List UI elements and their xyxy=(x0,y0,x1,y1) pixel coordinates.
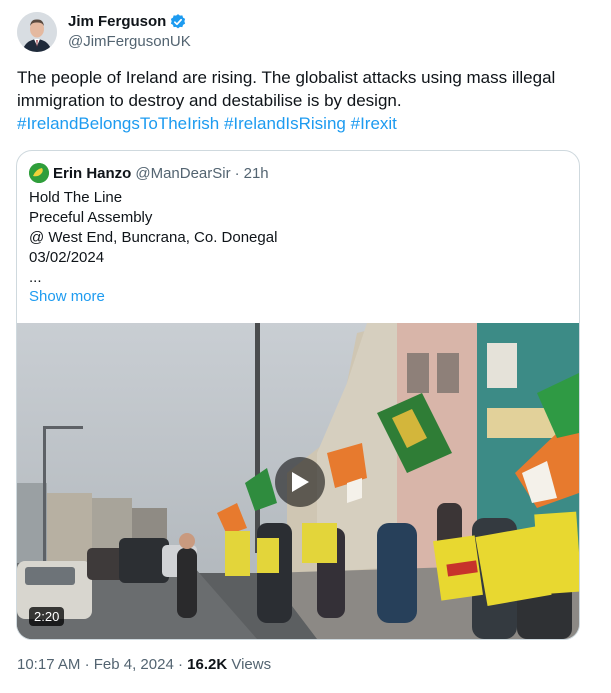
quoted-text-line: Preceful Assembly xyxy=(29,209,153,226)
author-display-name[interactable]: Jim Ferguson xyxy=(68,12,166,32)
quoted-tweet[interactable]: Erin Hanzo @ManDearSir · 21h Hold The Li… xyxy=(16,150,580,640)
separator-dot: · xyxy=(234,164,240,182)
author-avatar-image xyxy=(17,12,57,52)
views-label: Views xyxy=(231,656,272,673)
quoted-author-name[interactable]: Erin Hanzo xyxy=(53,165,131,182)
quoted-author-handle[interactable]: @ManDearSir xyxy=(135,165,230,182)
views-count: 16.2K xyxy=(187,656,228,673)
video-player[interactable]: 2:20 xyxy=(17,323,579,639)
separator-dot: · xyxy=(177,656,183,673)
author-handle[interactable]: @JimFergusonUK xyxy=(68,32,191,52)
tweet-metadata: 10:17 AM · Feb 4, 2024 · 16.2K Views xyxy=(17,656,271,673)
show-more-link[interactable]: Show more xyxy=(29,288,105,305)
tweet-text-line: The people of Ireland are rising. The gl… xyxy=(17,68,556,87)
quoted-text-line: Hold The Line xyxy=(29,189,123,206)
verified-badge-icon xyxy=(169,13,187,31)
play-button[interactable] xyxy=(275,457,325,507)
play-icon xyxy=(292,472,309,492)
quoted-tweet-text: Hold The Line Preceful Assembly @ West E… xyxy=(29,188,277,288)
quoted-text-line: 03/02/2024 xyxy=(29,249,105,266)
hashtag-link[interactable]: #Irexit xyxy=(351,114,397,133)
hashtag-link[interactable]: #IrelandBelongsToTheIrish xyxy=(17,114,219,133)
tweet-text-line: immigration to destroy and destabilise i… xyxy=(17,91,402,110)
tweet-text: The people of Ireland are rising. The gl… xyxy=(17,66,595,135)
separator-dot: · xyxy=(84,656,90,673)
hashtag-row: #IrelandBelongsToTheIrish #IrelandIsRisi… xyxy=(17,112,595,135)
quoted-tweet-header: Erin Hanzo @ManDearSir · 21h xyxy=(29,163,269,183)
author-avatar[interactable] xyxy=(17,12,57,52)
quoted-text-line: ... xyxy=(29,269,42,286)
tweet-date[interactable]: Feb 4, 2024 xyxy=(94,656,174,673)
tweet-time[interactable]: 10:17 AM xyxy=(17,656,80,673)
video-duration: 2:20 xyxy=(29,607,65,626)
quoted-tweet-time[interactable]: 21h xyxy=(244,165,269,182)
quoted-text-line: @ West End, Buncrana, Co. Donegal xyxy=(29,229,278,246)
tweet-header: Jim Ferguson @JimFergusonUK xyxy=(17,10,191,54)
hashtag-link[interactable]: #IrelandIsRising xyxy=(224,114,346,133)
quoted-author-avatar[interactable] xyxy=(29,163,49,183)
